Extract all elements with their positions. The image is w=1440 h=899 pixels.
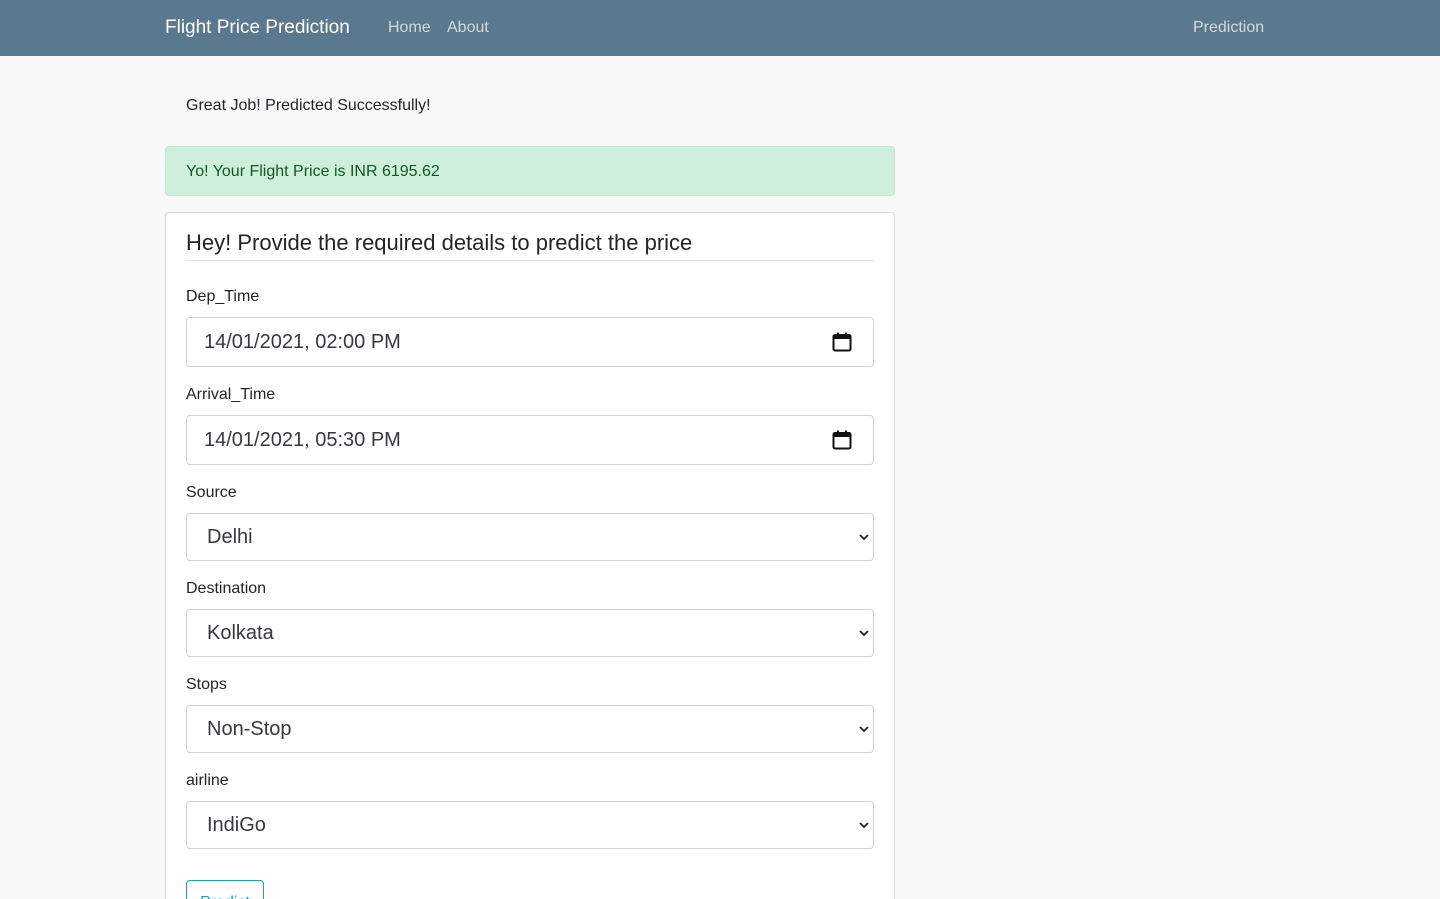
arrival-time-label: Arrival_Time	[186, 386, 276, 403]
navbar: Flight Price Prediction Home About Predi…	[0, 0, 1440, 56]
calendar-icon[interactable]	[832, 430, 852, 450]
chevron-down-icon	[859, 822, 869, 829]
stops-select[interactable]: Non-Stop	[186, 705, 874, 753]
price-result-alert: Yo! Your Flight Price is INR 6195.62	[165, 146, 895, 196]
predict-button[interactable]: Predict	[186, 880, 264, 899]
calendar-icon[interactable]	[832, 332, 852, 352]
source-value: Delhi	[207, 526, 253, 548]
brand-link[interactable]: Flight Price Prediction	[165, 16, 350, 40]
success-message: Great Job! Predicted Successfully!	[186, 97, 431, 114]
chevron-down-icon	[859, 726, 869, 733]
stops-value: Non-Stop	[207, 718, 292, 740]
dep-time-label: Dep_Time	[186, 288, 260, 305]
source-select[interactable]: Delhi	[186, 513, 874, 561]
source-label: Source	[186, 484, 237, 501]
title-divider	[186, 260, 874, 261]
destination-select[interactable]: Kolkata	[186, 609, 874, 657]
arrival-time-input[interactable]: 14/01/2021, 05:30 PM	[186, 415, 874, 465]
destination-value: Kolkata	[207, 622, 274, 644]
dep-time-value: 14/01/2021, 02:00 PM	[204, 331, 401, 353]
airline-label: airline	[186, 772, 229, 789]
prediction-form-card: Hey! Provide the required details to pre…	[165, 212, 895, 899]
airline-select[interactable]: IndiGo	[186, 801, 874, 849]
arrival-time-value: 14/01/2021, 05:30 PM	[204, 429, 401, 451]
form-title: Hey! Provide the required details to pre…	[186, 230, 693, 255]
dep-time-input[interactable]: 14/01/2021, 02:00 PM	[186, 317, 874, 367]
destination-label: Destination	[186, 580, 267, 597]
chevron-down-icon	[859, 630, 869, 637]
nav-home-link[interactable]: Home	[388, 18, 431, 38]
airline-value: IndiGo	[207, 814, 266, 836]
stops-label: Stops	[186, 676, 227, 693]
nav-prediction-link[interactable]: Prediction	[1193, 18, 1264, 38]
nav-about-link[interactable]: About	[447, 18, 489, 38]
chevron-down-icon	[859, 534, 869, 541]
